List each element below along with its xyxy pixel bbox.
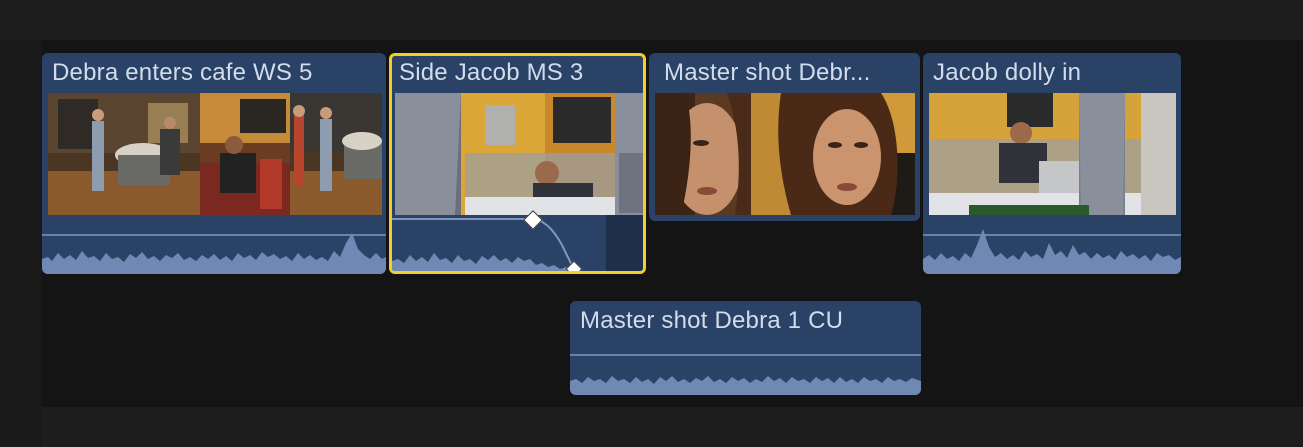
clip-audio-waveform (42, 215, 386, 274)
clip-filmstrip (929, 93, 1176, 215)
filmstrip-frame (395, 93, 615, 215)
clip-audio-waveform (923, 215, 1181, 274)
clip-filmstrip (48, 93, 382, 215)
clip-title: Master shot Debra 1 CU (580, 307, 844, 334)
filmstrip-frame (929, 93, 1176, 215)
clip-title: Jacob dolly in (933, 59, 1082, 86)
timeline-clip-master-shot-debra[interactable]: Master shot Debr... (649, 53, 920, 221)
clip-title: Master shot Debr... (664, 59, 871, 86)
filmstrip-frame (200, 93, 290, 215)
timeline-bottom-gutter (0, 407, 42, 447)
clip-filmstrip (395, 93, 643, 215)
clip-title: Side Jacob MS 3 (399, 59, 584, 86)
timeline-clip-side-jacob[interactable]: Side Jacob MS 3 (389, 53, 646, 274)
clip-audio-waveform (570, 341, 921, 395)
clip-filmstrip (655, 93, 915, 215)
timeline-bottom-area (0, 407, 1303, 447)
timeline-ruler-area (0, 0, 1303, 40)
timeline-clip-jacob-dolly-in[interactable]: Jacob dolly in (923, 53, 1181, 274)
timeline-clip-debra-enters-cafe[interactable]: Debra enters cafe WS 5 (42, 53, 386, 274)
timeline-left-gutter (0, 40, 42, 407)
filmstrip-frame (615, 93, 643, 215)
filmstrip-frame (48, 93, 200, 215)
filmstrip-frame (751, 93, 915, 215)
filmstrip-frame (655, 93, 751, 215)
clip-title: Debra enters cafe WS 5 (52, 59, 313, 86)
connected-clip-master-shot-debra-cu[interactable]: Master shot Debra 1 CU (570, 301, 921, 395)
filmstrip-frame (290, 93, 382, 215)
clip-audio-waveform (392, 210, 643, 271)
